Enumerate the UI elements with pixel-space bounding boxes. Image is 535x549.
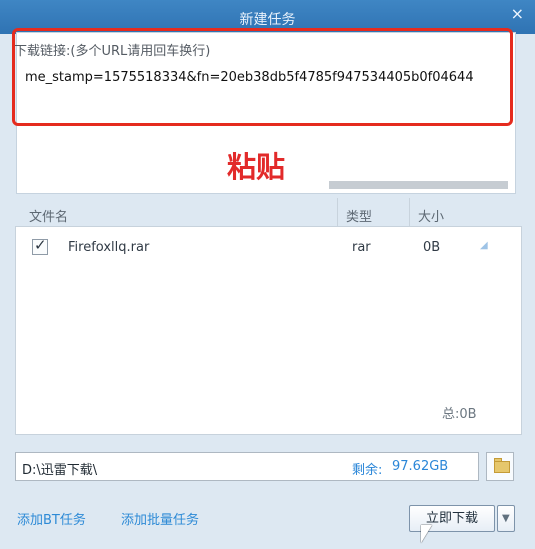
remaining-space-label: 剩余:	[352, 463, 383, 478]
remaining-space-value: 97.62GB	[392, 459, 449, 474]
add-batch-task-link[interactable]: 添加批量任务	[121, 509, 199, 528]
browse-folder-button[interactable]	[486, 452, 514, 481]
paste-overlay-label: 粘贴	[227, 150, 286, 184]
folder-icon	[494, 461, 510, 473]
file-name-header: 文件名	[29, 210, 69, 225]
mouse-cursor-icon	[421, 525, 432, 543]
file-size-header: 大小	[418, 210, 445, 225]
file-checkbox[interactable]: ✓	[32, 236, 48, 255]
total-size: 总:0B	[442, 407, 477, 422]
chevron-down-icon: ▼	[502, 513, 510, 524]
download-options-button[interactable]: ▼	[497, 505, 515, 532]
file-type-header: 类型	[346, 210, 373, 225]
check-icon: ✓	[34, 236, 47, 254]
file-row[interactable]: ✓ Firefoxllq.rar rar 0B ◢	[16, 236, 521, 259]
file-table-header: 文件名 类型 大小	[15, 198, 520, 227]
file-size: 0B	[423, 240, 441, 255]
file-type: rar	[352, 240, 371, 255]
new-task-dialog: 新建任务 × 下载链接:(多个URL请用回车换行) me_stamp=15755…	[0, 0, 535, 549]
highlight-box	[12, 28, 513, 126]
save-path-field[interactable]: D:\迅雷下载\ 剩余: 97.62GB	[15, 452, 479, 481]
add-bt-task-link[interactable]: 添加BT任务	[17, 509, 86, 528]
header-divider	[409, 198, 410, 227]
header-divider	[337, 198, 338, 227]
file-name: Firefoxllq.rar	[68, 240, 150, 255]
horizontal-scrollbar[interactable]	[329, 181, 508, 189]
dialog-title: 新建任务	[239, 12, 296, 28]
sort-icon: ◢	[480, 240, 488, 251]
save-path-value[interactable]: D:\迅雷下载\	[22, 459, 97, 478]
close-icon[interactable]: ×	[511, 6, 524, 22]
file-list: ✓ Firefoxllq.rar rar 0B ◢ 总:0B	[15, 226, 522, 435]
